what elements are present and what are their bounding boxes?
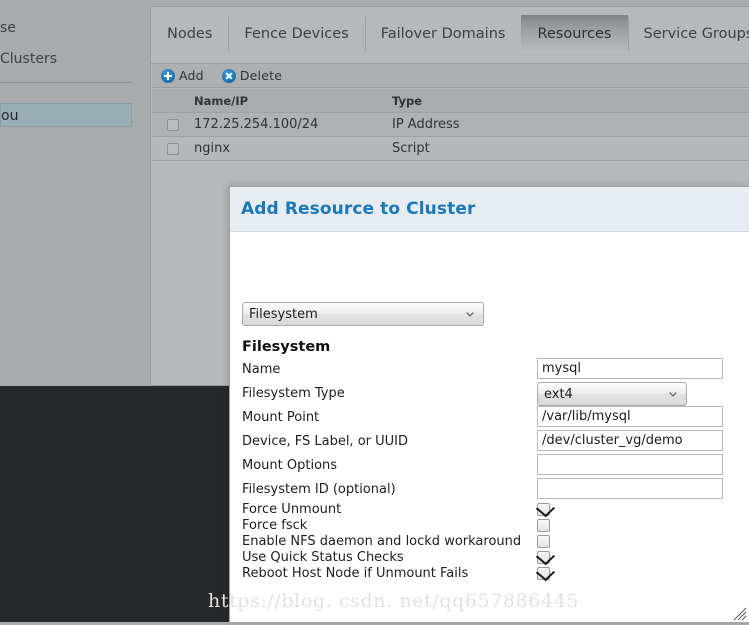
delete-button-label: Delete [240, 68, 282, 83]
field-row-filesystem-type: Filesystem Type ext4 [242, 382, 742, 406]
table-toolbar: Add Delete [152, 64, 749, 88]
dark-footer-strip [0, 386, 230, 622]
row-checkbox[interactable] [167, 119, 179, 131]
label-nfs-lockd: Enable NFS daemon and lockd workaround [242, 534, 521, 549]
label-filesystem-id: Filesystem ID (optional) [242, 482, 396, 497]
label-quick-status: Use Quick Status Checks [242, 550, 404, 565]
resize-grip[interactable] [733, 606, 747, 620]
table-row[interactable]: nginx Script [152, 137, 749, 161]
tab-fence-devices[interactable]: Fence Devices [228, 15, 364, 53]
label-name: Name [242, 362, 280, 377]
filesystem-type-select[interactable]: ext4 [537, 382, 687, 406]
cross-circle-icon [222, 69, 236, 83]
nfs-lockd-checkbox[interactable] [537, 535, 550, 548]
sidebar-item-clusters[interactable]: Clusters [0, 52, 57, 66]
row-type: IP Address [392, 117, 460, 132]
device-input[interactable] [537, 430, 723, 451]
column-header-type: Type [392, 94, 422, 108]
section-heading: Filesystem [242, 339, 330, 355]
name-input[interactable] [537, 358, 723, 379]
sidebar-item-selected-label: ou [1, 109, 18, 123]
quick-status-checkbox[interactable] [537, 551, 550, 564]
mount-options-input[interactable] [537, 454, 723, 475]
force-fsck-checkbox[interactable] [537, 519, 550, 532]
row-name: nginx [194, 141, 392, 156]
column-header-name: Name/IP [194, 94, 392, 108]
delete-button[interactable]: Delete [222, 68, 282, 83]
mount-point-input[interactable] [537, 406, 723, 427]
dialog-header: Add Resource to Cluster [230, 187, 749, 232]
table-header-row: Name/IP Type [152, 89, 749, 113]
label-mount-point: Mount Point [242, 410, 319, 425]
filesystem-type-value: ext4 [544, 387, 573, 402]
sidebar-item-selected[interactable]: ou [0, 103, 132, 127]
reboot-host-checkbox[interactable] [537, 567, 550, 580]
dialog-title: Add Resource to Cluster [241, 199, 475, 219]
checkbox-row-reboot-host: Reboot Host Node if Unmount Fails [242, 566, 742, 582]
resources-table: Name/IP Type 172.25.254.100/24 IP Addres… [152, 89, 749, 161]
row-checkbox-cell[interactable] [152, 119, 194, 131]
force-unmount-checkbox[interactable] [537, 503, 550, 516]
field-row-mount-options: Mount Options [242, 454, 742, 478]
row-name: 172.25.254.100/24 [194, 117, 392, 132]
field-row-device: Device, FS Label, or UUID [242, 430, 742, 454]
checkbox-row-nfs-lockd: Enable NFS daemon and lockd workaround [242, 534, 742, 550]
chevron-down-icon [466, 312, 474, 317]
sidebar-divider [0, 82, 132, 83]
row-checkbox[interactable] [167, 143, 179, 155]
add-button[interactable]: Add [161, 68, 204, 83]
row-type: Script [392, 141, 430, 156]
tab-bar: Nodes Fence Devices Failover Domains Res… [151, 7, 749, 64]
field-row-mount-point: Mount Point [242, 406, 742, 430]
resource-type-value: Filesystem [249, 307, 318, 322]
label-force-fsck: Force fsck [242, 518, 307, 533]
tab-resources[interactable]: Resources [521, 15, 627, 53]
chevron-down-icon [669, 392, 677, 397]
checkbox-row-quick-status: Use Quick Status Checks [242, 550, 742, 566]
tab-service-groups[interactable]: Service Groups [628, 15, 749, 53]
plus-circle-icon [161, 69, 175, 83]
sidebar-item-0[interactable]: se [0, 21, 16, 35]
checkbox-row-force-unmount: Force Unmount [242, 502, 742, 518]
tab-nodes[interactable]: Nodes [151, 15, 228, 53]
label-device: Device, FS Label, or UUID [242, 434, 408, 449]
filesystem-id-input[interactable] [537, 478, 723, 499]
label-mount-options: Mount Options [242, 458, 337, 473]
label-reboot-host: Reboot Host Node if Unmount Fails [242, 566, 468, 581]
filesystem-form: Name Filesystem Type ext4 Mount Point [242, 358, 742, 582]
checkbox-row-force-fsck: Force fsck [242, 518, 742, 534]
dialog-body: Filesystem Filesystem Name Filesystem Ty… [230, 232, 749, 622]
resource-type-select[interactable]: Filesystem [242, 302, 484, 326]
add-resource-dialog: Add Resource to Cluster Filesystem Files… [229, 186, 749, 622]
label-force-unmount: Force Unmount [242, 502, 341, 517]
sidebar: se Clusters ou [0, 0, 146, 386]
label-filesystem-type: Filesystem Type [242, 386, 345, 401]
row-checkbox-cell[interactable] [152, 143, 194, 155]
tab-failover-domains[interactable]: Failover Domains [365, 15, 522, 53]
add-button-label: Add [179, 68, 204, 83]
field-row-filesystem-id: Filesystem ID (optional) [242, 478, 742, 502]
field-row-name: Name [242, 358, 742, 382]
table-row[interactable]: 172.25.254.100/24 IP Address [152, 113, 749, 137]
